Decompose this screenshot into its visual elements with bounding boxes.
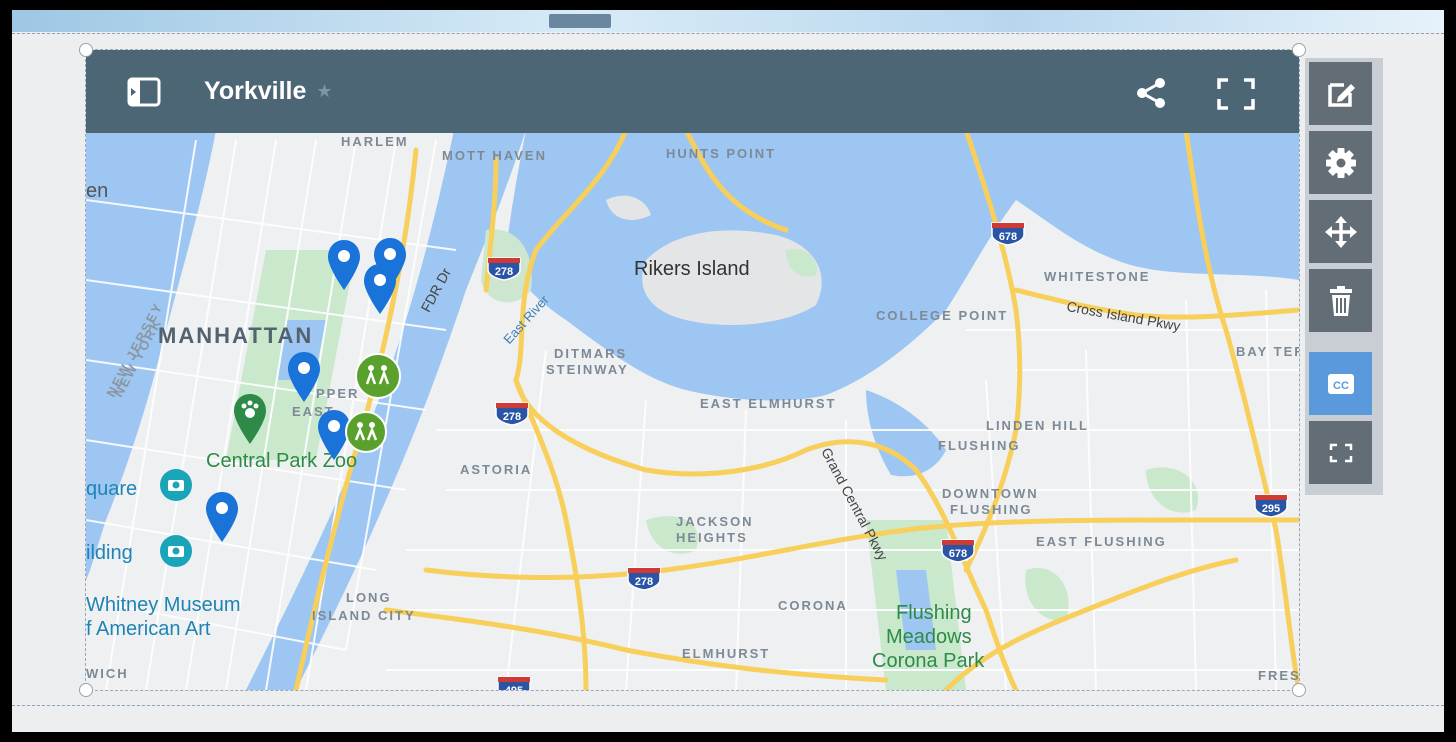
label-whitney-2: f American Art xyxy=(86,618,211,640)
interstate-295-shield: 295 xyxy=(1254,494,1288,518)
playground-marker[interactable] xyxy=(344,410,388,454)
cc-icon: CC xyxy=(1327,373,1354,394)
label-building: ilding xyxy=(86,542,133,564)
label-linden-hill: LINDEN HILL xyxy=(986,418,1089,433)
interstate-295-label: 295 xyxy=(1262,503,1280,515)
interstate-678-shield-b: 678 xyxy=(941,539,975,563)
resize-handle-bottom-right[interactable] xyxy=(1292,683,1306,697)
interstate-678-label-b: 678 xyxy=(949,548,967,560)
widget-title: Yorkville xyxy=(204,77,307,105)
gear-icon xyxy=(1325,147,1356,178)
label-college-point: COLLEGE POINT xyxy=(876,308,1009,323)
edit-icon xyxy=(1327,82,1355,107)
interstate-678-label-a: 678 xyxy=(999,231,1017,243)
top-guide-line xyxy=(12,33,1444,34)
label-wich: WICH xyxy=(86,666,129,681)
resize-handle-top-right[interactable] xyxy=(1292,43,1306,57)
interstate-278-shield-b: 278 xyxy=(495,402,529,426)
label-square: quare xyxy=(86,478,138,500)
label-rikers-island: Rikers Island xyxy=(634,258,750,280)
settings-button[interactable] xyxy=(1309,131,1372,194)
label-partial-en: en xyxy=(86,180,109,202)
label-flushing-park-3: Corona Park xyxy=(872,650,985,672)
label-ditmars: DITMARS xyxy=(554,346,628,361)
bottom-guide-line xyxy=(12,705,1444,706)
map-canvas[interactable]: 278 278 278 678 678 295 495 HARLEM MOTT … xyxy=(86,50,1299,690)
label-bay-terrace: BAY TERR xyxy=(1236,344,1299,359)
label-downtown: DOWNTOWN xyxy=(942,486,1039,501)
label-flushing-park-2: Meadows xyxy=(886,626,972,648)
resize-handle-top-left[interactable] xyxy=(79,43,93,57)
label-upper: PPER xyxy=(316,386,360,401)
interstate-278-label-b: 278 xyxy=(503,411,521,423)
interstate-678-shield-a: 678 xyxy=(991,222,1025,246)
label-flushing-park-1: Flushing xyxy=(896,602,972,624)
label-whitney-1: Whitney Museum xyxy=(86,594,241,616)
label-corona: CORONA xyxy=(778,598,848,613)
sidebar-toggle-icon xyxy=(127,77,161,106)
label-island-city: ISLAND CITY xyxy=(312,608,416,623)
interstate-278-shield-c: 278 xyxy=(627,567,661,591)
label-hunts-point: HUNTS POINT xyxy=(666,146,777,161)
fullscreen-button[interactable] xyxy=(1309,421,1372,484)
label-elmhurst: ELMHURST xyxy=(682,646,771,661)
label-fresh: FRESH xyxy=(1258,668,1299,683)
label-mott-haven: MOTT HAVEN xyxy=(442,148,547,163)
location-marker[interactable] xyxy=(286,350,322,406)
label-east-flushing: EAST FLUSHING xyxy=(1036,534,1167,549)
star-icon[interactable]: ★ xyxy=(316,81,332,102)
interstate-278-label-a: 278 xyxy=(495,266,513,278)
captions-button[interactable]: CC xyxy=(1309,352,1372,415)
map-widget[interactable]: 278 278 278 678 678 295 495 HARLEM MOTT … xyxy=(79,43,1306,697)
label-downtown-flushing: FLUSHING xyxy=(950,502,1033,517)
trash-icon xyxy=(1329,285,1352,316)
interstate-495-shield: 495 xyxy=(497,676,531,690)
label-harlem: HARLEM xyxy=(341,134,409,149)
share-icon[interactable] xyxy=(1134,76,1168,110)
widget-toolbar: CC xyxy=(1305,58,1383,495)
interstate-278-shield-a: 278 xyxy=(487,257,521,281)
label-heights: HEIGHTS xyxy=(676,530,748,545)
move-icon xyxy=(1324,215,1357,248)
label-manhattan: MANHATTAN xyxy=(158,323,314,348)
top-banner-strip xyxy=(12,10,1444,32)
location-marker[interactable] xyxy=(362,262,398,318)
label-astoria: ASTORIA xyxy=(460,462,533,477)
museum-marker[interactable] xyxy=(158,534,194,578)
sidebar-toggle-button[interactable] xyxy=(122,70,166,114)
zoo-paw-marker[interactable] xyxy=(232,392,268,448)
widget-header: Yorkville ★ xyxy=(86,50,1299,133)
move-button[interactable] xyxy=(1309,200,1372,263)
playground-marker[interactable] xyxy=(354,352,402,400)
label-steinway: STEINWAY xyxy=(546,362,629,377)
delete-button[interactable] xyxy=(1309,269,1372,332)
location-marker[interactable] xyxy=(204,490,240,546)
top-banner-chip xyxy=(549,14,611,28)
label-east-elmhurst: EAST ELMHURST xyxy=(700,396,837,411)
label-whitestone: WHITESTONE xyxy=(1044,269,1151,284)
editor-canvas: 278 278 278 678 678 295 495 HARLEM MOTT … xyxy=(12,10,1444,732)
label-long: LONG xyxy=(346,590,392,605)
interstate-278-label-c: 278 xyxy=(635,576,653,588)
edit-button[interactable] xyxy=(1309,62,1372,125)
cc-icon-label: CC xyxy=(1333,380,1349,392)
resize-handle-bottom-left[interactable] xyxy=(79,683,93,697)
interstate-495-label: 495 xyxy=(505,685,523,690)
fullscreen-icon[interactable] xyxy=(1216,77,1256,111)
museum-marker[interactable] xyxy=(158,468,194,512)
label-linden-flushing: FLUSHING xyxy=(938,438,1021,453)
fullscreen-icon xyxy=(1329,443,1352,462)
location-marker[interactable] xyxy=(326,238,362,294)
label-jackson: JACKSON xyxy=(676,514,754,529)
